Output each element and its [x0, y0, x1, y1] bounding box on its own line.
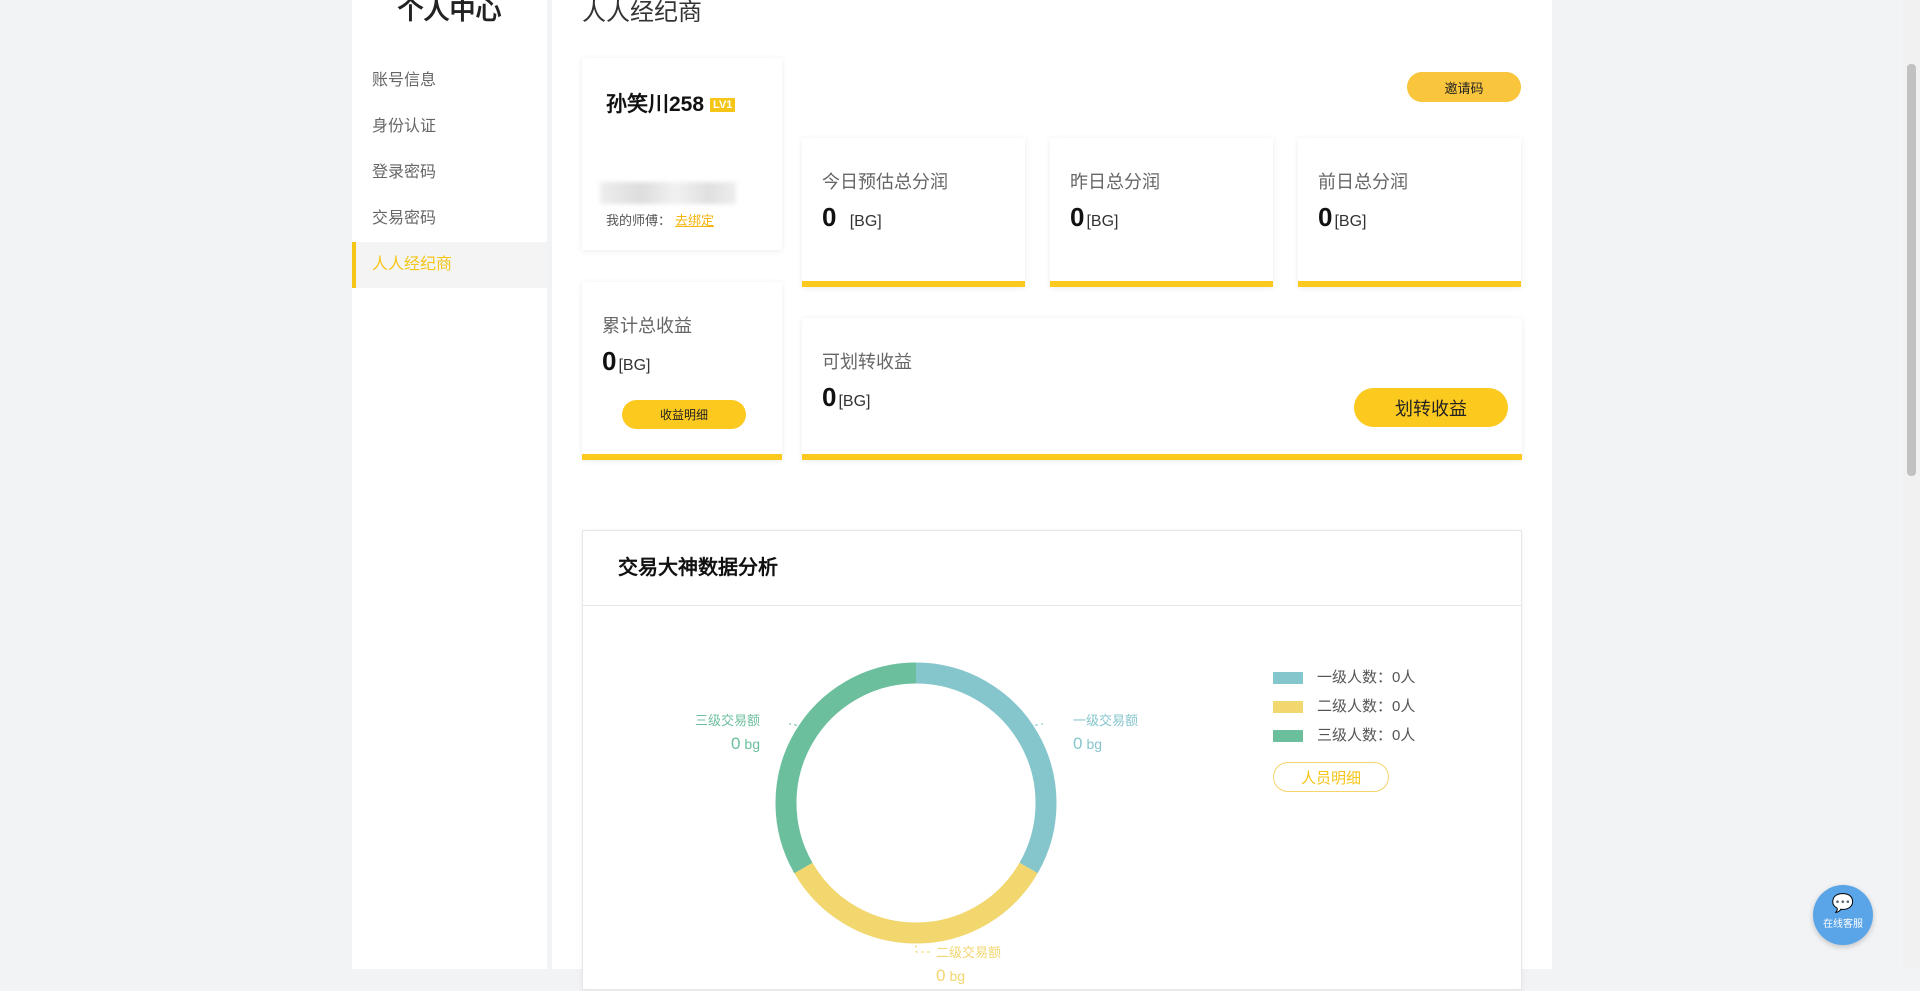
master-row: 我的师傅： 去绑定	[606, 210, 714, 229]
total-number: 0	[602, 346, 617, 376]
total-unit: [BG]	[618, 357, 651, 374]
chart-label-level3-name: 三级交易额	[695, 713, 760, 728]
sidebar-title: 个人中心	[397, 0, 502, 25]
transfer-value: 0 [BG]	[822, 382, 870, 413]
legend-label: 一级人数：0人	[1317, 669, 1416, 686]
username-text: 孙笑川258	[606, 93, 705, 116]
chart-label-level2-name: 二级交易额	[936, 945, 1001, 960]
stat-unit: [BG]	[849, 213, 882, 230]
stat-value: 0 [BG]	[822, 202, 882, 233]
legend-label: 三级人数：0人	[1317, 727, 1416, 744]
stat-label: 前日总分润	[1318, 172, 1408, 192]
stat-number: 0	[822, 202, 837, 232]
transfer-unit: [BG]	[838, 393, 871, 410]
scrollbar[interactable]	[1903, 0, 1920, 969]
total-label: 累计总收益	[602, 316, 692, 336]
master-label: 我的师傅：	[606, 213, 672, 228]
chat-icon: 💬	[1831, 893, 1855, 913]
donut-segment-level3	[775, 662, 917, 874]
donut-segment-level2	[794, 862, 1038, 944]
transfer-earnings-button[interactable]: 划转收益	[1354, 388, 1508, 427]
chart-label-level1-name: 一级交易额	[1073, 713, 1138, 728]
stat-value: 0 [BG]	[1070, 202, 1118, 233]
transfer-label: 可划转收益	[822, 352, 912, 372]
blurred-user-id	[600, 182, 736, 204]
total-earnings-card: 累计总收益 0 [BG] 收益明细	[582, 282, 782, 460]
analysis-panel: 交易大神数据分析 一级交易额 0 bg 三级交易额 0 bg 二级交易额 0 bg 一…	[582, 530, 1522, 990]
people-detail-button[interactable]: 人员明细	[1273, 762, 1389, 792]
total-value: 0 [BG]	[602, 346, 650, 377]
legend-label: 二级人数：0人	[1317, 698, 1416, 715]
legend-item-level3: 三级人数：0人	[1273, 721, 1415, 750]
transfer-number: 0	[822, 382, 837, 412]
username: 孙笑川258 LV1	[606, 88, 736, 118]
scrollbar-thumb[interactable]	[1907, 64, 1916, 476]
bind-master-link[interactable]: 去绑定	[675, 213, 714, 228]
stat-unit: [BG]	[1086, 213, 1119, 230]
sidebar-menu: 账号信息 身份认证 登录密码 交易密码 人人经纪商	[352, 58, 547, 288]
stat-number: 0	[1070, 202, 1085, 232]
stat-label: 今日预估总分润	[822, 172, 948, 192]
main-content: 人人经纪商 孙笑川258 LV1 我的师傅： 去绑定 邀请码 今日预估总分润 0 […	[552, 0, 1552, 990]
chart-label-level1-value: 0 bg	[1073, 734, 1102, 753]
sidebar: 个人中心 账号信息 身份认证 登录密码 交易密码 人人经纪商	[352, 0, 547, 969]
donut-chart: 一级交易额 0 bg 三级交易额 0 bg 二级交易额 0 bg	[695, 662, 1138, 985]
stat-card-yesterday: 昨日总分润 0 [BG]	[1050, 138, 1273, 287]
legend-swatch	[1273, 672, 1303, 685]
stat-card-today: 今日预估总分润 0 [BG]	[802, 138, 1025, 287]
earnings-detail-button[interactable]: 收益明细	[622, 400, 746, 429]
sidebar-item-trade-password[interactable]: 交易密码	[352, 196, 547, 242]
legend-item-level2: 二级人数：0人	[1273, 692, 1415, 721]
service-label: 在线客服	[1823, 919, 1863, 930]
legend-swatch	[1273, 701, 1303, 714]
donut-segment-level1	[915, 662, 1057, 874]
sidebar-item-broker[interactable]: 人人经纪商	[352, 242, 547, 288]
stat-number: 0	[1318, 202, 1333, 232]
stat-value: 0 [BG]	[1318, 202, 1366, 233]
profile-card: 孙笑川258 LV1 我的师傅： 去绑定	[582, 58, 782, 250]
page-title: 人人经纪商	[582, 0, 702, 26]
online-service-button[interactable]: 💬 在线客服	[1813, 885, 1873, 945]
chart-label-level3-value: 0 bg	[731, 734, 760, 753]
invite-code-button[interactable]: 邀请码	[1407, 72, 1521, 102]
legend-swatch	[1273, 730, 1303, 743]
transferable-earnings-card: 可划转收益 0 [BG] 划转收益	[802, 318, 1522, 460]
sidebar-item-identity-verification[interactable]: 身份认证	[352, 104, 547, 150]
sidebar-item-account-info[interactable]: 账号信息	[352, 58, 547, 104]
stat-label: 昨日总分润	[1070, 172, 1160, 192]
chart-legend: 一级人数：0人 二级人数：0人 三级人数：0人 人员明细	[1273, 663, 1415, 792]
level-badge: LV1	[710, 98, 736, 113]
stat-unit: [BG]	[1334, 213, 1367, 230]
legend-item-level1: 一级人数：0人	[1273, 663, 1415, 692]
analysis-title: 交易大神数据分析	[583, 531, 1521, 606]
sidebar-item-login-password[interactable]: 登录密码	[352, 150, 547, 196]
stat-card-day-before: 前日总分润 0 [BG]	[1298, 138, 1521, 287]
